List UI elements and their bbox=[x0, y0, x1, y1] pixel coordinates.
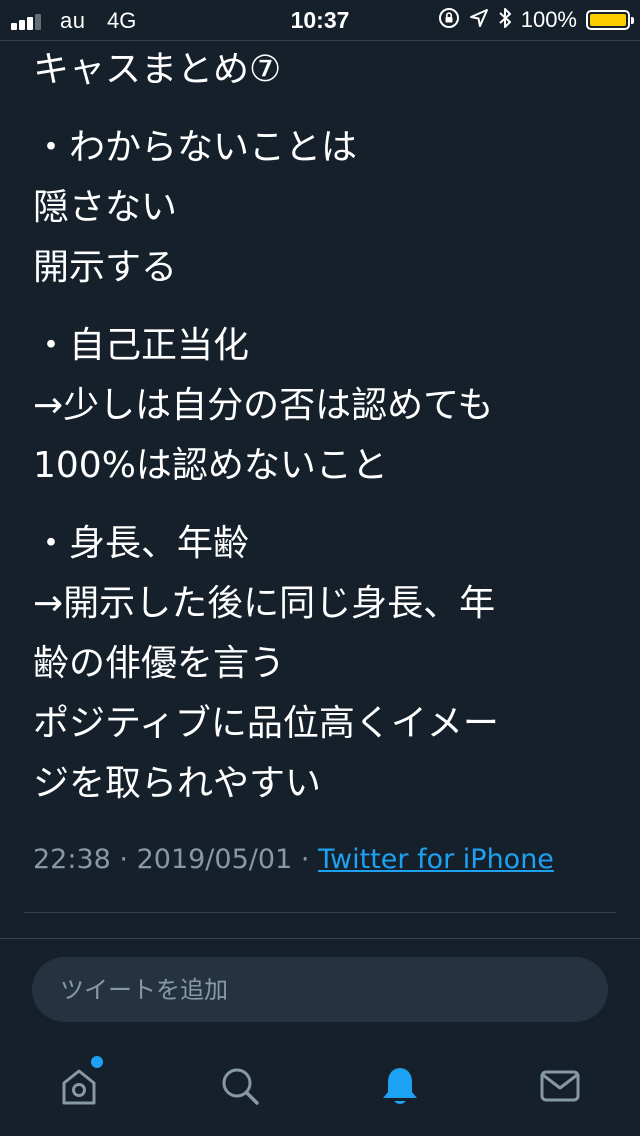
home-icon bbox=[62, 1069, 96, 1105]
tweet-line: 開示する bbox=[33, 247, 178, 288]
tab-home[interactable] bbox=[53, 1056, 105, 1112]
tweet-line: ポジティブに品位高くイメー bbox=[33, 703, 499, 744]
reply-input[interactable] bbox=[58, 974, 582, 1005]
status-icons: 100% bbox=[438, 6, 634, 34]
tweet-date: 2019/05/01 bbox=[136, 844, 293, 875]
location-arrow-icon bbox=[469, 8, 489, 33]
tweet-line: 100%は認めないこと bbox=[33, 445, 388, 486]
tweet-line: ・わからないことは bbox=[33, 127, 358, 168]
tweet-paragraph: キャスまとめ⑦ bbox=[33, 40, 628, 100]
composer-divider bbox=[0, 938, 640, 939]
bluetooth-icon bbox=[498, 7, 512, 34]
home-notification-dot bbox=[91, 1056, 103, 1068]
meta-separator: · bbox=[300, 844, 310, 875]
tweet-text: キャスまとめ⑦ ・わからないことは 隠さない 開示する ・自己正当化 →少しは自… bbox=[33, 40, 628, 814]
tweet-line: ・自己正当化 bbox=[33, 325, 250, 366]
tweet-paragraph: ・わからないことは 隠さない 開示する bbox=[33, 118, 628, 298]
tab-notifications[interactable] bbox=[374, 1060, 426, 1112]
tab-messages[interactable] bbox=[534, 1060, 586, 1112]
battery-percent: 100% bbox=[520, 7, 577, 32]
envelope-icon bbox=[540, 1070, 580, 1102]
tweet-line: キャスまとめ⑦ bbox=[33, 49, 282, 90]
battery-level bbox=[590, 14, 626, 26]
tweet-line: 隠さない bbox=[33, 187, 178, 228]
tweet-line: →開示した後に同じ身長、年 bbox=[33, 583, 496, 624]
battery-icon bbox=[586, 10, 634, 30]
tweet-source-link[interactable]: Twitter for iPhone bbox=[318, 844, 554, 875]
status-bar: au 4G 10:37 100% bbox=[0, 0, 640, 40]
tweet-line: 齢の俳優を言う bbox=[33, 643, 286, 684]
bottom-tab-bar bbox=[0, 1040, 640, 1136]
meta-divider bbox=[24, 912, 616, 913]
meta-separator: · bbox=[119, 844, 128, 875]
tweet-line: ・身長、年齢 bbox=[33, 523, 250, 564]
tweet-paragraph: ・自己正当化 →少しは自分の否は認めても 100%は認めないこと bbox=[33, 316, 628, 496]
tab-search[interactable] bbox=[214, 1060, 266, 1112]
bell-icon bbox=[383, 1068, 417, 1104]
tweet-paragraph: ・身長、年齢 →開示した後に同じ身長、年 齢の俳優を言う ポジティブに品位高くイ… bbox=[33, 514, 628, 814]
tweet-time: 22:38 bbox=[33, 844, 111, 875]
orientation-lock-icon bbox=[438, 7, 460, 34]
tweet-line: →少しは自分の否は認めても bbox=[33, 385, 494, 426]
tweet-meta: 22:38 · 2019/05/01 · Twitter for iPhone bbox=[33, 844, 554, 875]
reply-composer[interactable] bbox=[32, 957, 608, 1022]
tweet-line: ジを取られやすい bbox=[33, 763, 322, 804]
search-icon bbox=[222, 1068, 259, 1105]
